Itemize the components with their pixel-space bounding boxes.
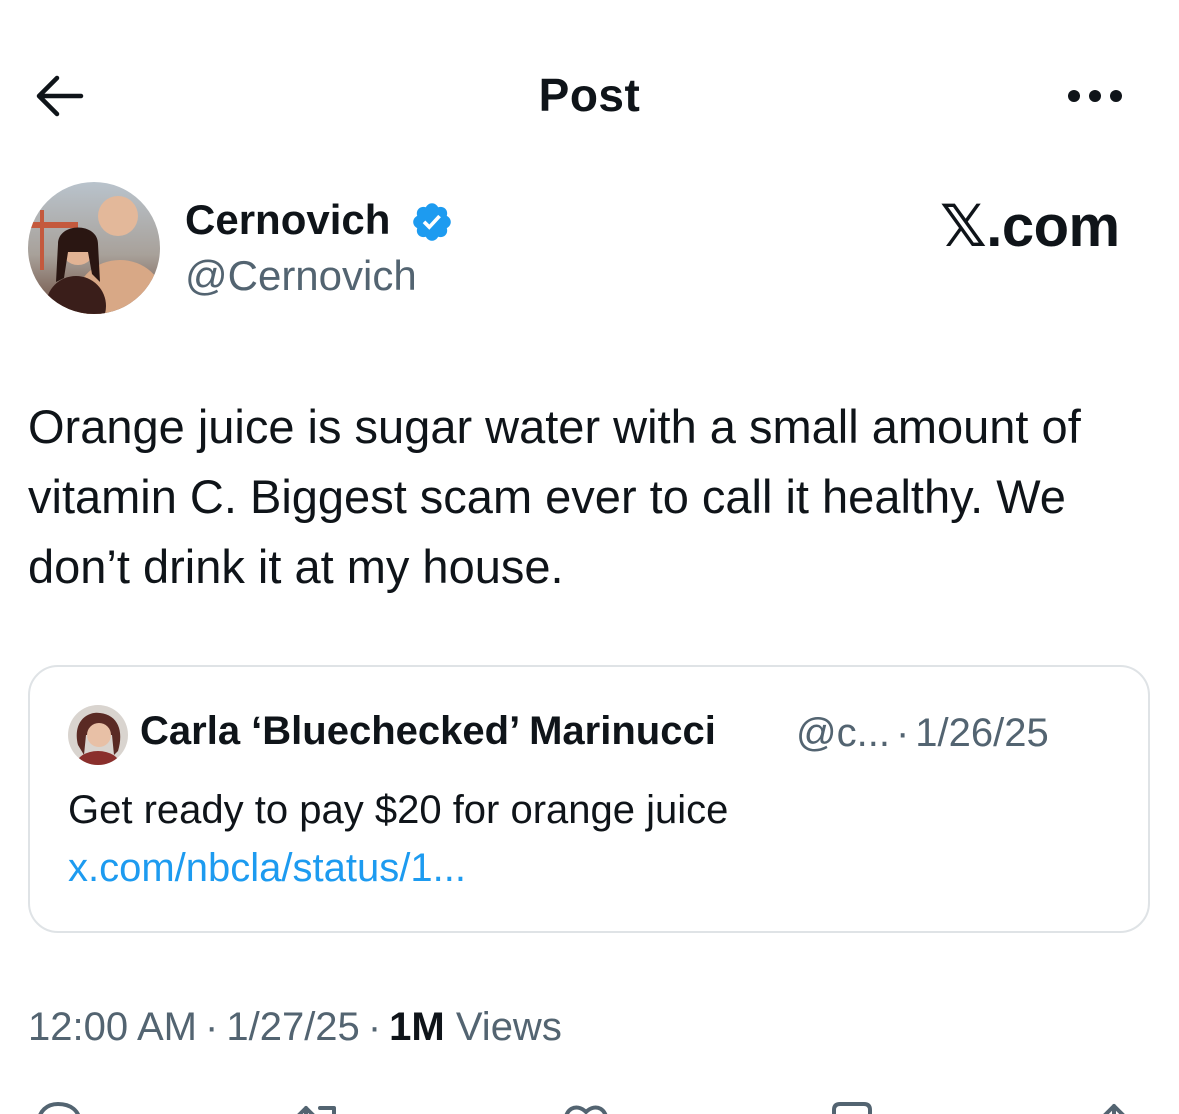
post-time[interactable]: 12:00 AM xyxy=(28,1005,197,1049)
like-icon[interactable] xyxy=(558,1098,614,1114)
author-handle[interactable]: @Cernovich xyxy=(185,252,417,300)
quoted-author-avatar[interactable] xyxy=(68,705,128,765)
action-bar xyxy=(0,1098,1179,1114)
verified-badge-icon xyxy=(413,203,451,241)
views-label: Views xyxy=(455,1005,562,1049)
separator-dot: · xyxy=(895,711,910,755)
author-avatar[interactable] xyxy=(28,182,160,314)
reply-icon[interactable] xyxy=(30,1098,86,1114)
author-name[interactable]: Cernovich xyxy=(185,196,390,244)
separator-dot: · xyxy=(205,1005,219,1049)
quoted-link[interactable]: x.com/nbcla/status/1... xyxy=(68,846,466,890)
avatar-image xyxy=(28,182,160,314)
bookmark-icon[interactable] xyxy=(824,1098,880,1114)
post-screen: Post Cernovich @Cernovich 𝕏.com Orange j… xyxy=(0,0,1179,1114)
share-icon[interactable] xyxy=(1086,1098,1142,1114)
page-title: Post xyxy=(538,69,641,121)
post-meta: 12:00 AM · 1/27/25 · 1M Views xyxy=(28,1005,562,1050)
quoted-meta: @c... · 1/26/25 xyxy=(796,711,1049,756)
separator-dot: · xyxy=(367,1005,382,1049)
quoted-text: Get ready to pay $20 for orange juice x.… xyxy=(68,781,1128,897)
more-horizontal-icon xyxy=(1068,90,1122,102)
x-com-watermark: 𝕏.com xyxy=(940,194,1120,259)
tweet-text: Orange juice is sugar water with a small… xyxy=(28,400,1081,593)
repost-icon[interactable] xyxy=(290,1098,346,1114)
quoted-date[interactable]: 1/26/25 xyxy=(915,711,1048,755)
quoted-body: Get ready to pay $20 for orange juice xyxy=(68,788,729,832)
quoted-author-handle[interactable]: @c... xyxy=(796,711,890,755)
quoted-author-name[interactable]: Carla ‘Bluechecked’ Marinucci xyxy=(140,709,716,754)
quoted-avatar-image xyxy=(68,705,128,765)
more-button[interactable] xyxy=(1063,76,1127,116)
quoted-post-card[interactable]: Carla ‘Bluechecked’ Marinucci @c... · 1/26… xyxy=(28,665,1150,933)
post-date[interactable]: 1/27/25 xyxy=(226,1005,359,1049)
views-count[interactable]: 1M xyxy=(389,1005,445,1049)
